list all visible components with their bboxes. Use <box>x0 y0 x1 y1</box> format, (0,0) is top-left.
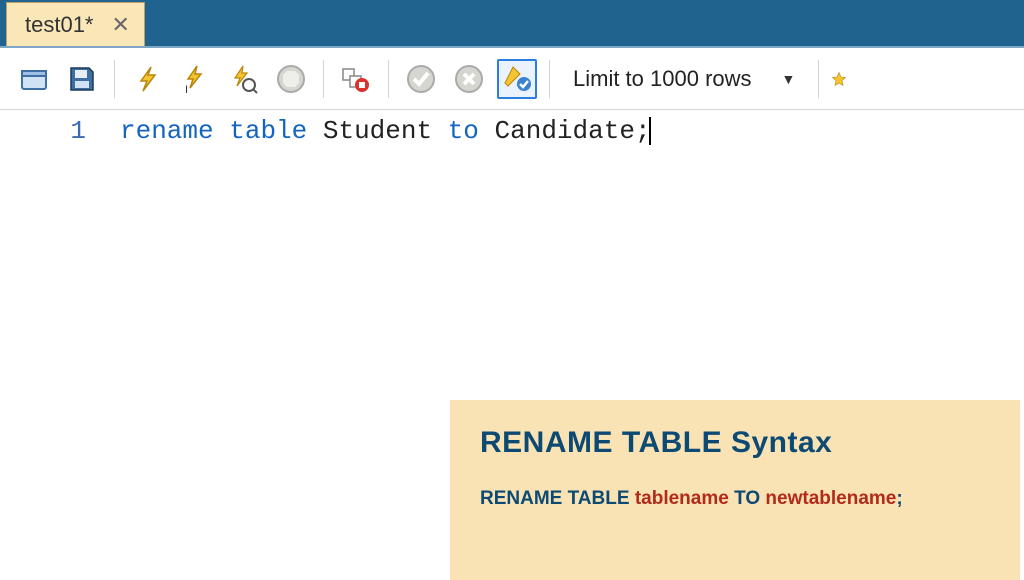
toolbar-separator <box>388 60 389 98</box>
tab-title: test01* <box>25 12 94 38</box>
commit-button[interactable] <box>401 59 441 99</box>
sql-editor[interactable]: 1 rename table Student to Candidate; <box>0 110 1024 152</box>
syntax-arg: newtablename <box>765 488 896 509</box>
save-button[interactable] <box>62 59 102 99</box>
execute-current-button[interactable]: I <box>175 59 215 99</box>
text-cursor <box>649 117 651 145</box>
line-gutter: 1 <box>0 110 120 152</box>
syntax-punctuation: ; <box>896 488 902 509</box>
code-line[interactable]: rename table Student to Candidate; <box>120 110 651 152</box>
toolbar-separator <box>323 60 324 98</box>
tab-test01[interactable]: test01* ✕ <box>6 2 145 46</box>
svg-text:I: I <box>185 84 188 95</box>
open-file-button[interactable] <box>14 59 54 99</box>
execute-button[interactable] <box>127 59 167 99</box>
toolbar-separator <box>549 60 550 98</box>
line-number: 1 <box>0 116 86 146</box>
tab-bar: test01* ✕ <box>0 0 1024 48</box>
chevron-down-icon: ▼ <box>782 71 796 87</box>
identifier-student: Student <box>323 116 432 146</box>
toolbar-separator <box>114 60 115 98</box>
rollback-button[interactable] <box>449 59 489 99</box>
row-limit-dropdown[interactable]: Limit to 1000 rows ▼ <box>562 60 806 98</box>
syntax-arg: tablename <box>635 488 729 509</box>
keyword-rename: rename <box>120 116 214 146</box>
identifier-candidate: Candidate <box>495 116 635 146</box>
toolbar-separator <box>818 60 819 98</box>
syntax-info-card: RENAME TABLE Syntax RENAME TABLE tablena… <box>450 400 1020 580</box>
stop-button[interactable] <box>271 59 311 99</box>
syntax-keyword: RENAME TABLE <box>480 488 630 509</box>
favorites-button[interactable] <box>831 59 847 99</box>
toolbar: I Limit to 1000 rows ▼ <box>0 48 1024 110</box>
beautify-button[interactable] <box>497 59 537 99</box>
close-icon[interactable]: ✕ <box>112 12 130 38</box>
keyword-to: to <box>448 116 479 146</box>
keyword-table: table <box>229 116 307 146</box>
info-card-syntax: RENAME TABLE tablename TO newtablename; <box>480 488 990 510</box>
row-limit-label: Limit to 1000 rows <box>573 66 752 92</box>
syntax-keyword: TO <box>734 488 760 509</box>
toggle-autocommit-button[interactable] <box>336 59 376 99</box>
info-card-title: RENAME TABLE Syntax <box>480 426 990 460</box>
explain-button[interactable] <box>223 59 263 99</box>
